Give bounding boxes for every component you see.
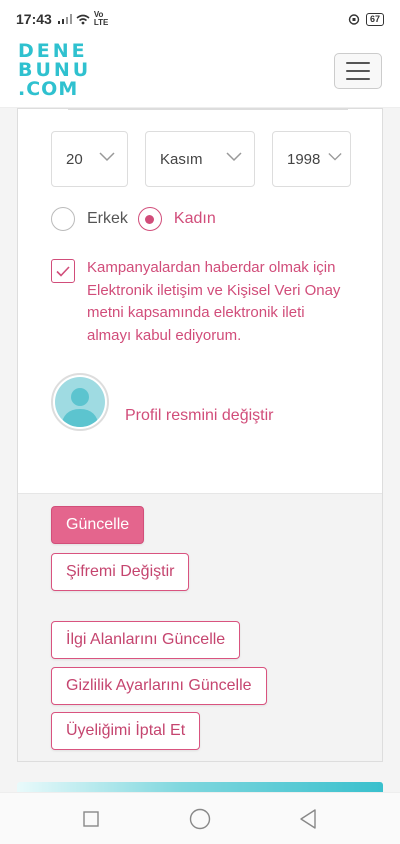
user-avatar-icon xyxy=(55,377,105,427)
consent-text[interactable]: Kampanyalardan haberdar olmak için Elekt… xyxy=(87,257,351,347)
status-bar: 17:43 Vo LTE 67 xyxy=(0,0,400,38)
gender-male-radio[interactable] xyxy=(51,207,75,231)
gender-male-label[interactable]: Erkek xyxy=(87,210,128,228)
cancel-membership-button[interactable]: Üyeliğimi İptal Et xyxy=(51,712,201,750)
wifi-icon xyxy=(76,14,90,24)
update-interests-button[interactable]: İlgi Alanlarını Güncelle xyxy=(51,621,241,659)
consent-checkbox[interactable] xyxy=(51,259,75,283)
alarm-icon xyxy=(348,14,360,25)
change-profile-picture-link[interactable]: Profil resmini değiştir xyxy=(125,407,273,425)
checkmark-icon xyxy=(56,265,70,277)
gender-female-label[interactable]: Kadın xyxy=(174,210,216,228)
radio-selected-dot xyxy=(145,214,155,224)
menu-bar-icon xyxy=(346,70,370,72)
divider xyxy=(68,109,348,110)
menu-bar-icon xyxy=(346,78,370,80)
status-icons: Vo LTE xyxy=(57,10,110,27)
system-nav-bar xyxy=(0,792,400,844)
birth-year-select[interactable]: 1998 xyxy=(272,131,351,187)
consent-row: Kampanyalardan haberdar olmak için Elekt… xyxy=(51,257,351,347)
actions-panel: Güncelle Şifremi Değiştir İlgi Alanların… xyxy=(18,493,382,761)
gender-options: Erkek Kadın xyxy=(51,207,216,231)
birth-year-value: 1998 xyxy=(287,150,321,168)
update-privacy-button[interactable]: Gizlilik Ayarlarını Güncelle xyxy=(51,667,267,705)
battery-indicator: 67 xyxy=(365,12,384,26)
chevron-down-icon xyxy=(226,152,242,162)
birth-month-value: Kasım xyxy=(160,150,203,168)
menu-bar-icon xyxy=(346,62,370,64)
gender-female-radio[interactable] xyxy=(137,207,162,231)
site-logo[interactable]: DENE BUNU .COM xyxy=(18,42,88,100)
hamburger-menu-button[interactable] xyxy=(334,53,382,89)
chevron-down-icon xyxy=(99,152,115,162)
signal-icon xyxy=(57,14,72,24)
change-password-button[interactable]: Şifremi Değiştir xyxy=(51,553,190,591)
status-time: 17:43 xyxy=(16,11,52,27)
update-button[interactable]: Güncelle xyxy=(51,506,145,544)
logo-line-3: .COM xyxy=(18,78,79,100)
chevron-down-icon xyxy=(328,153,342,161)
home-icon[interactable] xyxy=(189,808,211,830)
site-header: DENE BUNU .COM xyxy=(0,38,400,108)
back-icon[interactable] xyxy=(299,809,317,829)
birth-day-select[interactable]: 20 xyxy=(51,131,128,187)
birth-day-value: 20 xyxy=(66,150,83,168)
recent-apps-icon[interactable] xyxy=(83,811,99,827)
avatar[interactable] xyxy=(51,373,109,431)
network-type: Vo LTE xyxy=(93,10,109,27)
profile-form-card: 20 Kasım 1998 Erkek Kadın Kampanyalardan… xyxy=(17,108,383,762)
birth-month-select[interactable]: Kasım xyxy=(145,131,255,187)
